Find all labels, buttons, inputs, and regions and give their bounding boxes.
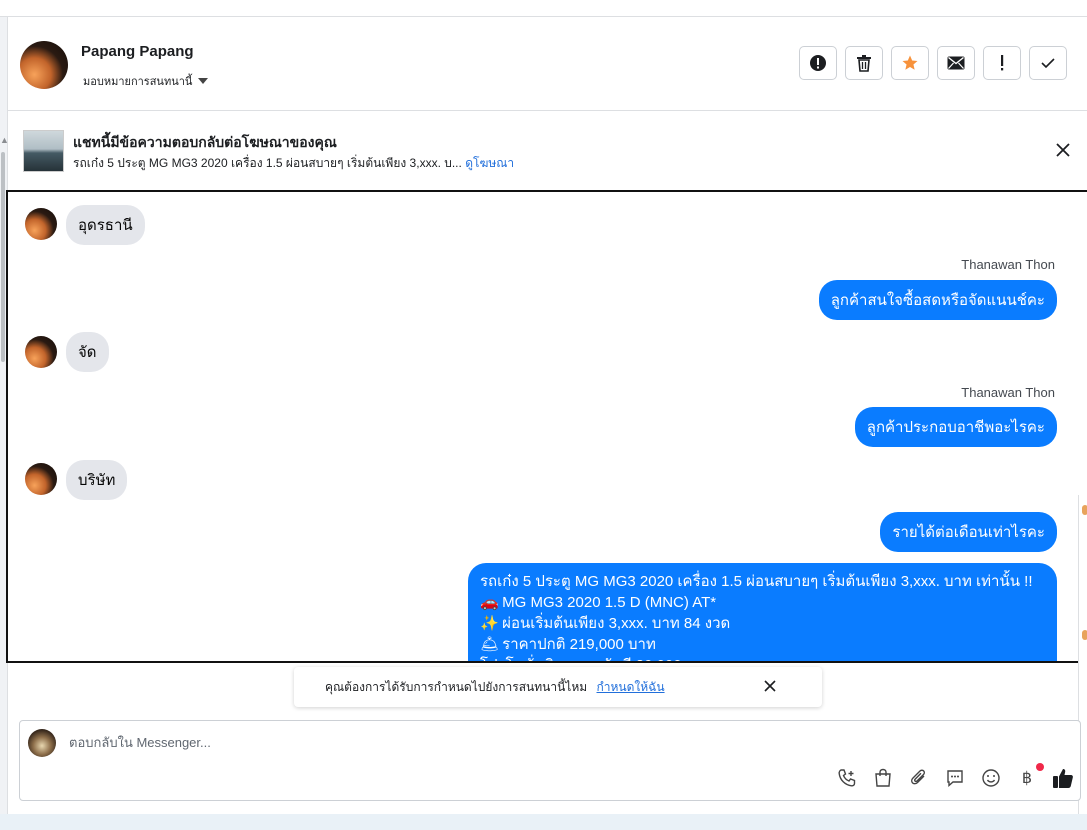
ad-banner-subtitle: รถเก๋ง 5 ประตู MG MG3 2020 เครื่อง 1.5 ผ… [73,154,514,173]
follow-up-button[interactable] [983,46,1021,80]
outgoing-ad-message[interactable]: รถเก๋ง 5 ประตู MG MG3 2020 เครื่อง 1.5 ผ… [468,563,1057,661]
spam-button[interactable] [799,46,837,80]
outgoing-message[interactable]: ลูกค้าประกอบอาชีพอะไรคะ [854,407,1057,447]
mark-done-button[interactable] [1029,46,1067,80]
ad-message-text: ราคาปกติ 219,000 บาท [502,636,656,653]
bottom-strip [0,814,1087,830]
view-ad-link[interactable]: ดูโฆษณา [465,156,514,170]
saved-replies-button[interactable] [944,767,966,789]
ad-message-line: 🚗 MG MG3 2020 1.5 D (MNC) AT* [480,592,1045,613]
assign-suggestion-toast: คุณต้องการได้รับการกำหนดไปยังการสนทนานี้… [294,667,822,707]
incoming-message[interactable]: บริษัท [66,460,128,500]
contact-avatar [25,208,57,240]
conversation-header: Papang Papang มอบหมายการสนทนานี้ [8,17,1087,111]
composer-toolbar: ฿ [836,763,1074,789]
star-button[interactable] [891,46,929,80]
emoji-button[interactable] [980,767,1002,789]
close-icon[interactable] [763,679,777,693]
contact-avatar [25,463,57,495]
contact-name[interactable]: Papang Papang [81,43,194,60]
contact-avatar[interactable] [20,41,68,89]
delete-button[interactable] [845,46,883,80]
ad-banner-title: แชทนี้มีข้อความตอบกลับต่อโฆษณาของคุณ [73,134,337,150]
ad-subtitle-text: รถเก๋ง 5 ประตู MG MG3 2020 เครื่อง 1.5 ผ… [73,156,462,170]
paperclip-icon [911,769,926,785]
ad-message-line: 🛎 ราคาปกติ 219,000 บาท [480,634,1045,655]
attach-button[interactable] [908,767,930,789]
sender-name: Thanawan Thon [961,257,1055,272]
envelope-icon [947,56,965,70]
shopping-bag-icon [875,768,891,787]
notification-dot [1036,763,1044,771]
avatar-peek [1082,630,1087,640]
caret-down-icon [198,78,209,84]
like-icon [1053,769,1073,788]
mark-unread-button[interactable] [937,46,975,80]
shop-button[interactable] [872,767,894,789]
ad-reply-banner: แชทนี้มีข้อความตอบกลับต่อโฆษณาของคุณ รถเ… [8,111,1087,189]
ad-message-text: MG MG3 2020 1.5 D (MNC) AT* [502,594,717,611]
exclamation-icon [1001,55,1004,71]
bell-icon: 🛎 [480,636,500,653]
baht-icon: ฿ [1021,770,1033,787]
check-icon [1041,58,1055,69]
outgoing-message[interactable]: รายได้ต่อเดือนเท่าไรคะ [880,512,1057,552]
star-icon [902,55,918,70]
assign-suggestion-text: คุณต้องการได้รับการกำหนดไปยังการสนทนานี้… [325,678,665,697]
reply-composer: ฿ [19,720,1081,801]
phone-add-button[interactable] [836,767,858,789]
emoji-icon [982,769,1000,787]
incoming-message[interactable]: จัด [66,332,109,372]
top-strip [0,0,1087,17]
contact-avatar [25,336,57,368]
outgoing-message[interactable]: ลูกค้าสนใจซื้อสดหรือจัดแนนช์คะ [818,280,1057,320]
like-button[interactable] [1052,767,1074,789]
car-icon: 🚗 [480,594,499,611]
notice-message: คุณต้องการได้รับการกำหนดไปยังการสนทนานี้… [325,680,588,694]
assign-to-me-link[interactable]: กำหนดให้ฉัน [597,680,665,694]
assign-label: มอบหมายการสนทนานี้ [83,76,193,88]
ad-message-line: รถเก๋ง 5 ประตู MG MG3 2020 เครื่อง 1.5 ผ… [480,573,1033,590]
trash-icon [857,55,871,72]
reply-input[interactable] [67,734,871,751]
payment-button[interactable]: ฿ [1016,763,1044,789]
ad-thumbnail[interactable] [23,130,64,172]
assign-conversation-dropdown[interactable]: มอบหมายการสนทนานี้ [83,72,209,90]
alert-circle-icon [810,55,826,71]
sender-name: Thanawan Thon [961,385,1055,400]
message-thread[interactable]: อุดรธานี Thanawan Thon ลูกค้าสนใจซื้อสดห… [6,190,1087,663]
page-avatar [28,729,56,757]
incoming-message[interactable]: อุดรธานี [66,205,145,245]
ad-message-line: ✨ ผ่อนเริ่มต้นเพียง 3,xxx. บาท 84 งวด [480,613,1045,634]
header-actions [799,46,1067,80]
ad-message-line: โปรโมชั่นพิเศษ ลดทันที 20,000 [480,655,1045,661]
phone-add-icon [838,769,856,787]
scrollbar-thumb[interactable] [1,152,5,362]
saved-replies-icon [947,770,963,788]
close-icon[interactable] [1055,142,1071,158]
ad-message-text: ผ่อนเริ่มต้นเพียง 3,xxx. บาท 84 งวด [502,615,731,632]
sparkles-icon: ✨ [480,615,499,632]
avatar-peek [1082,505,1087,515]
